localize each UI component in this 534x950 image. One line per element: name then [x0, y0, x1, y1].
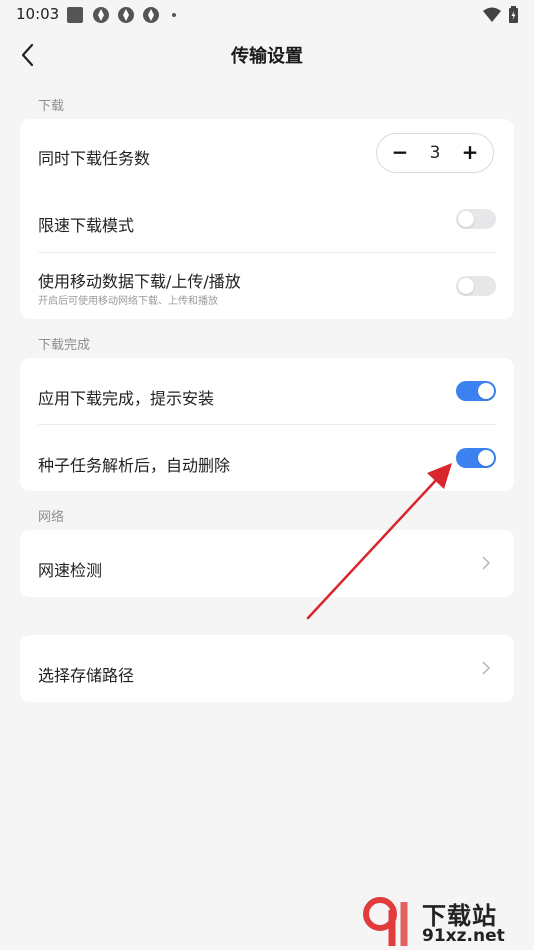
- speed-limit-label: 限速下载模式: [38, 216, 135, 235]
- toggle-knob: [458, 278, 474, 294]
- torrent-auto-delete-toggle[interactable]: [456, 448, 496, 468]
- app-header: 传输设置: [0, 30, 534, 80]
- chevron-right-icon: [482, 556, 490, 570]
- torrent-auto-delete-row[interactable]: 种子任务解析后，自动删除: [20, 425, 514, 491]
- wifi-icon: [483, 7, 501, 22]
- concurrent-downloads-stepper: − 3 +: [376, 133, 494, 173]
- speed-limit-row[interactable]: 限速下载模式: [20, 187, 514, 253]
- app-notification-icon: [143, 7, 159, 23]
- page-title: 传输设置: [231, 46, 303, 67]
- section-label-download: 下载: [38, 99, 65, 114]
- install-prompt-label: 应用下载完成，提示安装: [38, 389, 215, 408]
- toggle-knob: [478, 450, 494, 466]
- watermark-logo-icon: [363, 897, 408, 946]
- speed-test-row[interactable]: 网速检测: [20, 530, 514, 597]
- download-complete-card: 应用下载完成，提示安装 种子任务解析后，自动删除: [20, 358, 514, 491]
- install-prompt-row[interactable]: 应用下载完成，提示安装: [20, 358, 514, 424]
- install-prompt-toggle[interactable]: [456, 381, 496, 401]
- app-notification-icon: [93, 7, 109, 23]
- download-settings-card: 同时下载任务数 − 3 + 限速下载模式 使用移动数据下载/上传/播放 开启后可…: [20, 119, 514, 319]
- storage-card: 选择存储路径: [20, 635, 514, 702]
- section-label-network: 网络: [38, 510, 65, 525]
- more-notifications-dot-icon: [172, 13, 176, 17]
- watermark-url: 91xz.net: [422, 926, 505, 946]
- concurrent-downloads-label: 同时下载任务数: [38, 149, 151, 168]
- mobile-data-row[interactable]: 使用移动数据下载/上传/播放 开启后可使用移动网络下载、上传和播放: [20, 253, 514, 319]
- storage-path-label: 选择存储路径: [38, 666, 135, 685]
- decrement-button[interactable]: −: [381, 134, 419, 172]
- toggle-knob: [478, 383, 494, 399]
- increment-button[interactable]: +: [451, 134, 489, 172]
- section-label-download-complete: 下载完成: [38, 338, 91, 353]
- gallery-notification-icon: [67, 7, 83, 23]
- watermark: 下载站 91xz.net: [360, 896, 530, 948]
- mobile-data-label: 使用移动数据下载/上传/播放: [38, 272, 241, 291]
- battery-icon: [509, 6, 518, 23]
- speed-test-label: 网速检测: [38, 561, 103, 580]
- status-bar: 10:03: [0, 0, 534, 30]
- speed-limit-toggle[interactable]: [456, 209, 496, 229]
- status-time: 10:03: [16, 5, 60, 23]
- mobile-data-toggle[interactable]: [456, 276, 496, 296]
- storage-path-row[interactable]: 选择存储路径: [20, 635, 514, 702]
- toggle-knob: [458, 211, 474, 227]
- mobile-data-description: 开启后可使用移动网络下载、上传和播放: [38, 296, 218, 307]
- concurrent-downloads-row: 同时下载任务数 − 3 +: [20, 119, 514, 187]
- app-notification-icon: [118, 7, 134, 23]
- network-card: 网速检测: [20, 530, 514, 597]
- chevron-right-icon: [482, 661, 490, 675]
- torrent-auto-delete-label: 种子任务解析后，自动删除: [38, 456, 231, 475]
- concurrent-downloads-value: 3: [429, 143, 441, 163]
